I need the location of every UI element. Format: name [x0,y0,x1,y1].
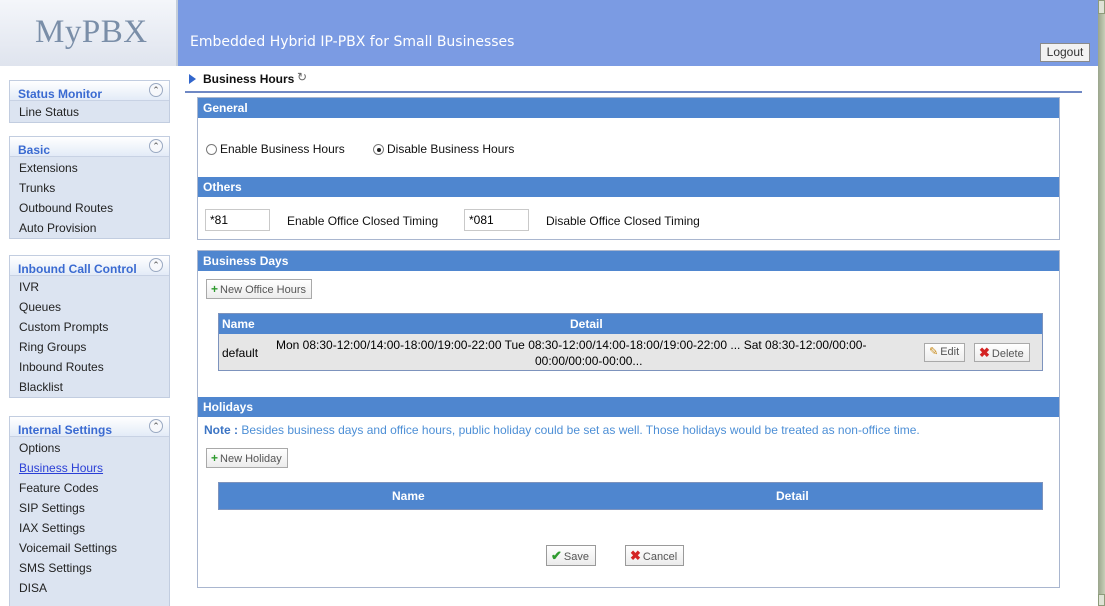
note-text: Besides business days and office hours, … [241,423,920,437]
edit-button[interactable]: ✎ Edit [924,343,966,362]
enable-business-hours-radio[interactable]: Enable Business Hours [206,142,345,156]
header-bar: MyPBX Embedded Hybrid IP-PBX for Small B… [0,0,1098,66]
table-row: default Mon 08:30-12:00/14:00-18:00/19:0… [219,334,1042,370]
sidebar-group-header[interactable]: Internal Settings ⌃ [10,417,169,437]
general-panel: General Enable Business Hours Disable Bu… [197,97,1060,240]
column-header-detail: Detail [776,489,809,503]
sidebar-group-inbound-call-control: Inbound Call Control ⌃ IVR Queues Custom… [9,255,170,398]
cancel-icon: ✖ [630,548,641,563]
sidebar-item-inbound-routes[interactable]: Inbound Routes [10,357,169,377]
scroll-down-arrow-icon[interactable] [1098,594,1105,606]
enable-office-closed-label: Enable Office Closed Timing [287,214,439,228]
sidebar-group-title: Inbound Call Control [18,262,137,276]
window-scrollbar[interactable] [1098,0,1105,606]
business-days-panel: Business Days + New Office Hours Name Det… [197,250,1060,588]
sidebar-item-disa[interactable]: DISA [10,578,169,598]
sidebar-group-title: Basic [18,143,51,157]
plus-icon: + [211,451,219,465]
section-heading-general: General [198,98,1059,118]
save-button[interactable]: ✔ Save [546,545,596,566]
row-detail-line2: 00:00/00:00-00:00... [535,354,643,368]
column-header-detail: Detail [570,317,603,331]
main-content: Business Hours ↻ General Enable Business… [185,66,1090,606]
delete-button[interactable]: ✖ Delete [974,343,1030,362]
logo-area: MyPBX [0,0,178,66]
sidebar-item-line-status[interactable]: Line Status [10,102,169,122]
sidebar-item-feature-codes[interactable]: Feature Codes [10,478,169,498]
sidebar-item-options[interactable]: Options [10,438,169,458]
sidebar-item-sms-settings[interactable]: SMS Settings [10,558,169,578]
note-prefix: Note : [204,423,238,437]
enable-business-hours-label: Enable Business Hours [220,142,345,156]
sidebar-item-blacklist[interactable]: Blacklist [10,377,169,397]
sidebar-item-custom-prompts[interactable]: Custom Prompts [10,317,169,337]
table-header: Name Detail [219,483,1042,509]
collapse-icon[interactable]: ⌃ [149,139,163,153]
table-header: Name Detail [219,314,1042,334]
section-heading-business-days: Business Days [198,251,1059,271]
sidebar-group-title: Internal Settings [18,423,113,437]
sidebar-item-ring-groups[interactable]: Ring Groups [10,337,169,357]
sidebar-group-internal-settings: Internal Settings ⌃ Options Business Hou… [9,416,170,606]
sidebar-group-header[interactable]: Inbound Call Control ⌃ [10,256,169,276]
radio-checked-icon[interactable] [373,144,384,156]
row-detail-line1: Mon 08:30-12:00/14:00-18:00/19:00-22:00 … [276,338,867,352]
sidebar-item-queues[interactable]: Queues [10,297,169,317]
scroll-up-arrow-icon[interactable] [1098,0,1105,14]
sidebar-item-sip-settings[interactable]: SIP Settings [10,498,169,518]
sidebar: Status Monitor ⌃ Line Status Basic ⌃ Ext… [0,66,178,606]
disable-office-closed-code-input[interactable] [464,209,529,231]
sidebar-item-iax-settings[interactable]: IAX Settings [10,518,169,538]
sidebar-item-business-hours[interactable]: Business Hours [10,458,169,478]
disable-office-closed-label: Disable Office Closed Timing [546,214,700,228]
sidebar-item-auto-provision[interactable]: Auto Provision [10,218,169,238]
holidays-note: Note : Besides business days and office … [204,423,920,437]
collapse-icon[interactable]: ⌃ [149,83,163,97]
section-heading-others: Others [198,177,1059,197]
logout-button[interactable]: Logout [1040,43,1090,62]
new-office-hours-button[interactable]: + New Office Hours [206,279,313,299]
cancel-button[interactable]: ✖ Cancel [625,545,685,566]
plus-icon: + [211,282,219,296]
sidebar-group-basic: Basic ⌃ Extensions Trunks Outbound Route… [9,136,170,239]
refresh-icon[interactable]: ↻ [297,70,307,84]
office-hours-table: Name Detail default Mon 08:30-12:00/14:0… [218,313,1043,371]
breadcrumb-arrow-icon [189,74,196,84]
tagline: Embedded Hybrid IP-PBX for Small Busines… [190,34,515,50]
disable-business-hours-radio[interactable]: Disable Business Hours [373,142,514,156]
sidebar-group-status-monitor: Status Monitor ⌃ Line Status [9,80,170,123]
edit-icon: ✎ [929,346,939,358]
enable-office-closed-code-input[interactable] [205,209,270,231]
sidebar-item-trunks[interactable]: Trunks [10,178,169,198]
sidebar-item-extensions[interactable]: Extensions [10,158,169,178]
sidebar-item-ivr[interactable]: IVR [10,277,169,297]
holidays-table: Name Detail [218,482,1043,510]
sidebar-item-voicemail-settings[interactable]: Voicemail Settings [10,538,169,558]
sidebar-group-header[interactable]: Status Monitor ⌃ [10,81,169,101]
sidebar-group-title: Status Monitor [18,87,102,101]
column-header-name: Name [392,489,425,503]
breadcrumb: Business Hours ↻ [185,70,1082,93]
sidebar-item-outbound-routes[interactable]: Outbound Routes [10,198,169,218]
check-icon: ✔ [551,548,562,563]
page-title: Business Hours [203,72,295,86]
disable-business-hours-label: Disable Business Hours [387,142,515,156]
sidebar-group-header[interactable]: Basic ⌃ [10,137,169,157]
logo: MyPBX [35,14,148,50]
app-window: MyPBX Embedded Hybrid IP-PBX for Small B… [0,0,1105,606]
delete-icon: ✖ [979,345,990,360]
column-header-name: Name [222,317,255,331]
radio-unchecked-icon[interactable] [206,144,217,156]
collapse-icon[interactable]: ⌃ [149,258,163,272]
new-holiday-button[interactable]: + New Holiday [206,448,288,468]
row-name: default [222,346,259,360]
section-heading-holidays: Holidays [198,397,1059,417]
collapse-icon[interactable]: ⌃ [149,419,163,433]
